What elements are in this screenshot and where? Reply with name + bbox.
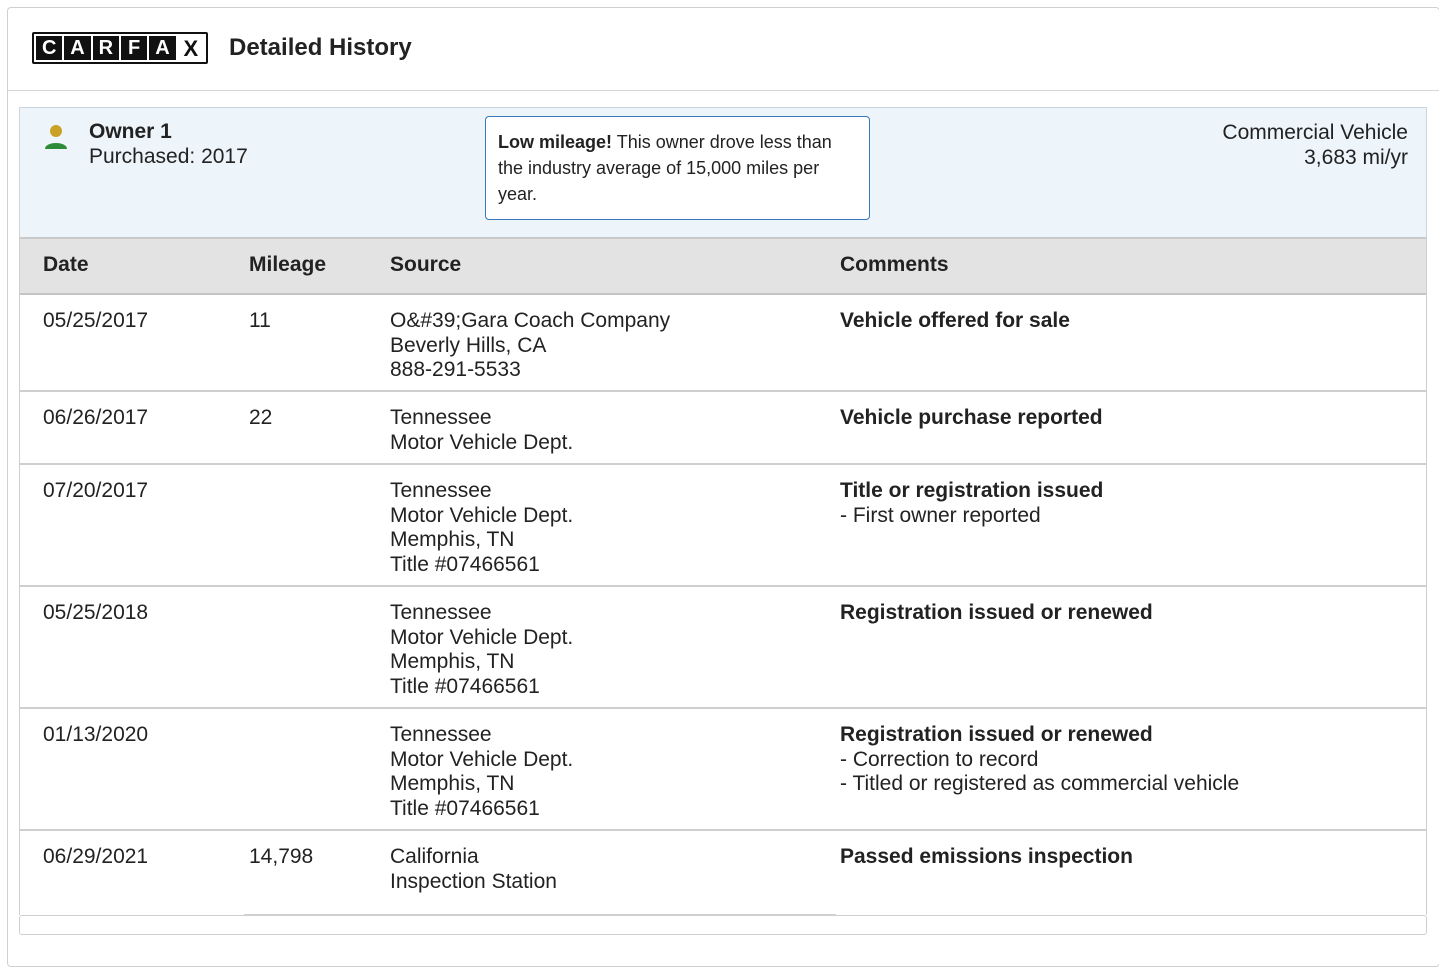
miles-per-year: 3,683 mi/yr xyxy=(1304,146,1408,169)
next-section-card xyxy=(19,915,1427,935)
logo-letter: X xyxy=(177,36,204,60)
comment-title: Title or registration issued xyxy=(840,479,1104,502)
source-line: Beverly Hills, CA xyxy=(390,333,547,357)
owner-usage: Commercial Vehicle 3,683 mi/yr xyxy=(1222,120,1408,170)
vehicle-type: Commercial Vehicle xyxy=(1222,121,1408,144)
logo-letter: A xyxy=(149,36,176,60)
row-date: 01/13/2020 xyxy=(43,723,149,746)
source-line: Memphis, TN xyxy=(390,772,515,795)
row-source: Tennessee Motor Vehicle Dept. Memphis, TN T… xyxy=(390,723,573,821)
source-line: California xyxy=(390,845,479,868)
table-body: 05/25/2017 11 O&#39;Gara Coach Company Beve… xyxy=(20,295,1426,916)
table-row: 05/25/2017 11 O&#39;Gara Coach Company Beve… xyxy=(20,295,1426,392)
owner-summary: Owner 1 Purchased: 2017 Low mileage! Thi… xyxy=(19,107,1427,237)
comment-title: Registration issued or renewed xyxy=(840,723,1153,746)
row-date: 07/20/2017 xyxy=(43,479,149,502)
row-comments: Registration issued or renewedCorrection… xyxy=(840,723,1239,797)
row-comments: Title or registration issuedFirst owner … xyxy=(840,479,1103,528)
source-line: Tennessee xyxy=(390,479,492,502)
comment-item: Titled or registered as commercial vehic… xyxy=(840,772,1239,797)
source-line: Motor Vehicle Dept. xyxy=(390,625,574,649)
comment-title: Registration issued or renewed xyxy=(840,601,1153,624)
source-line: Inspection Station xyxy=(390,869,557,893)
header-date: Date xyxy=(43,253,89,276)
source-line: O&#39;Gara Coach Company xyxy=(390,309,671,332)
header-source: Source xyxy=(390,253,462,276)
header-comments: Comments xyxy=(840,253,949,276)
comment-title: Vehicle purchase reported xyxy=(840,406,1103,429)
source-line: Tennessee xyxy=(390,723,492,746)
row-date: 06/29/2021 xyxy=(43,845,149,868)
low-mileage-notice: Low mileage! This owner drove less than … xyxy=(485,116,870,220)
table-header: Date Mileage Source Comments xyxy=(20,237,1426,295)
source-line: Motor Vehicle Dept. xyxy=(390,503,574,527)
comment-item: Correction to record xyxy=(840,748,1239,773)
row-comments: Vehicle purchase reported xyxy=(840,406,1103,431)
carfax-logo: C A R F A X xyxy=(32,32,208,64)
row-comments: Vehicle offered for sale xyxy=(840,309,1070,334)
comment-title: Passed emissions inspection xyxy=(840,845,1133,868)
table-row: 06/29/2021 14,798 California Inspection Sta… xyxy=(20,831,1426,916)
row-comments: Passed emissions inspection xyxy=(840,845,1133,870)
header-mileage: Mileage xyxy=(249,253,327,276)
source-line: Title #07466561 xyxy=(390,552,540,576)
row-date: 05/25/2017 xyxy=(43,309,149,332)
table-row: 06/26/2017 22 Tennessee Motor Vehicle Dept.… xyxy=(20,392,1426,465)
history-header: C A R F A X Detailed History xyxy=(8,8,1439,91)
table-row: 07/20/2017 Tennessee Motor Vehicle Dept. Me… xyxy=(20,465,1426,587)
row-source: California Inspection Station xyxy=(390,845,557,894)
source-line: Title #07466561 xyxy=(390,796,540,820)
logo-letter: R xyxy=(92,36,119,60)
row-source: O&#39;Gara Coach Company Beverly Hills, C… xyxy=(390,309,670,383)
row-source: Tennessee Motor Vehicle Dept. Memphis, TN T… xyxy=(390,601,573,699)
notice-bold: Low mileage! xyxy=(498,132,613,152)
source-line: Memphis, TN xyxy=(390,528,515,551)
owner-name: Owner 1 xyxy=(89,120,172,143)
logo-letter: F xyxy=(120,36,148,60)
row-mileage: 22 xyxy=(249,406,273,429)
source-line: 888-291-5533 xyxy=(390,358,521,381)
row-comments: Registration issued or renewed xyxy=(840,601,1153,626)
logo-letter: A xyxy=(64,36,91,60)
row-source: Tennessee Motor Vehicle Dept. xyxy=(390,406,573,455)
source-line: Motor Vehicle Dept. xyxy=(390,430,574,454)
table-row: 05/25/2018 Tennessee Motor Vehicle Dept. Me… xyxy=(20,587,1426,709)
row-mileage: 14,798 xyxy=(249,845,314,868)
table-row: 01/13/2020 Tennessee Motor Vehicle Dept. Me… xyxy=(20,709,1426,831)
source-line: Memphis, TN xyxy=(390,650,515,673)
row-mileage: 11 xyxy=(249,309,271,332)
history-table: Date Mileage Source Comments 05/25/2017 1… xyxy=(19,237,1427,916)
person-icon xyxy=(45,125,67,149)
row-source: Tennessee Motor Vehicle Dept. Memphis, TN T… xyxy=(390,479,573,577)
owner-purchased: Purchased: 2017 xyxy=(89,145,248,168)
comment-title: Vehicle offered for sale xyxy=(840,309,1070,332)
source-line: Tennessee xyxy=(390,406,492,429)
source-line: Title #07466561 xyxy=(390,674,540,698)
source-line: Tennessee xyxy=(390,601,492,624)
row-date: 06/26/2017 xyxy=(43,406,149,429)
row-date: 05/25/2018 xyxy=(43,601,149,624)
logo-letter: C xyxy=(36,36,63,60)
comment-item: First owner reported xyxy=(840,504,1103,529)
page-title: Detailed History xyxy=(229,34,412,61)
source-line: Motor Vehicle Dept. xyxy=(390,747,574,771)
